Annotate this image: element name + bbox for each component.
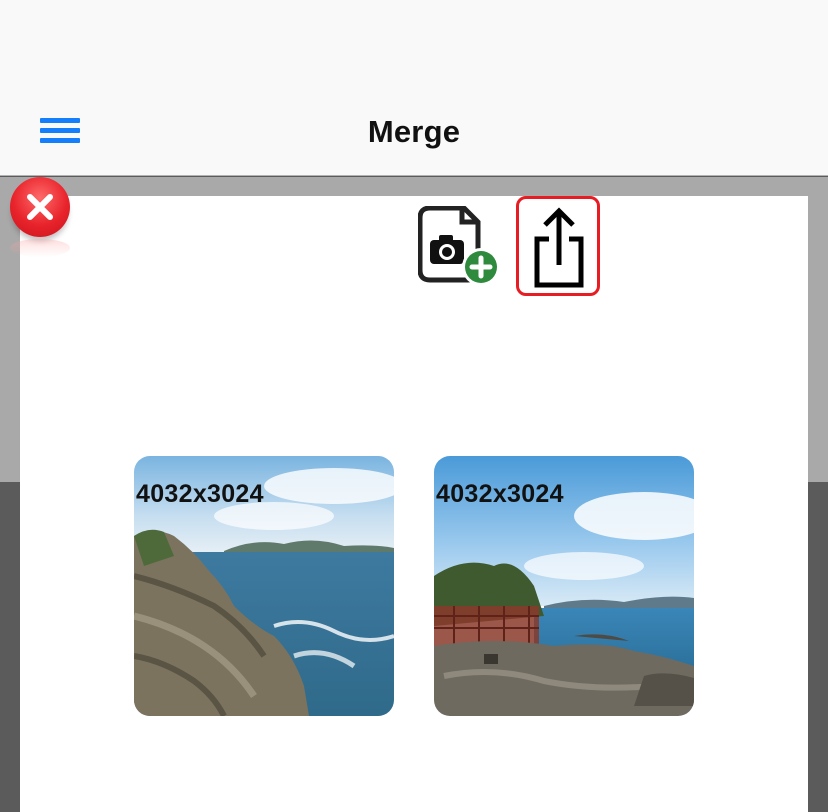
share-export-icon [534, 207, 584, 288]
image-dimensions-label: 4032x3024 [136, 480, 264, 508]
close-x-icon [27, 194, 53, 220]
add-photo-document-icon [417, 205, 500, 286]
share-button[interactable] [516, 196, 600, 296]
add-photo-button[interactable] [417, 205, 502, 288]
page-title: Merge [367, 114, 461, 149]
close-button[interactable] [10, 177, 70, 257]
navigation-bar: Merge [0, 0, 828, 176]
image-thumbnail-2[interactable]: 4032x3024 [434, 456, 694, 716]
image-thumbnail-1[interactable]: 4032x3024 [134, 456, 394, 716]
image-dimensions-label: 4032x3024 [436, 480, 564, 508]
